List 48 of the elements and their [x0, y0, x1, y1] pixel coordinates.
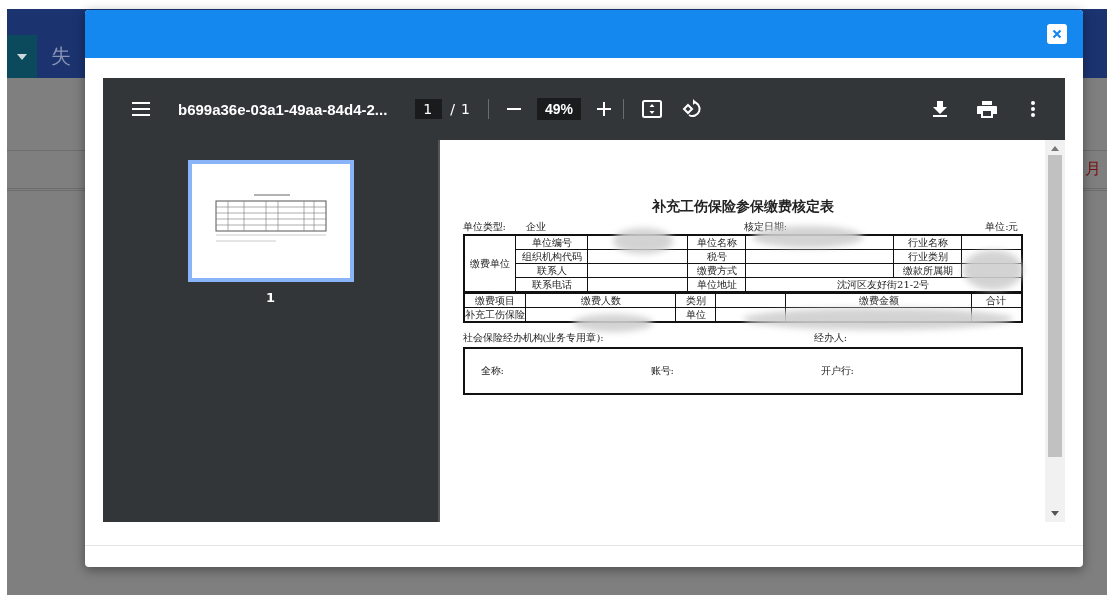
bank-label: 开户行:	[820, 364, 855, 378]
rotate-icon[interactable]	[681, 99, 702, 119]
table-cell: 行业类别	[893, 249, 962, 264]
scrollbar[interactable]	[1045, 140, 1065, 522]
page-total: 1	[460, 101, 470, 117]
scroll-up-icon[interactable]	[1051, 146, 1059, 151]
download-icon[interactable]	[933, 101, 947, 117]
meta-label: 核定日期:	[743, 221, 788, 232]
scroll-down-icon[interactable]	[1051, 511, 1059, 516]
file-name: b699a36e-03a1-49aa-84d4-2...	[178, 100, 388, 118]
table-cell: 税号	[687, 249, 746, 264]
table-cell: 缴费方式	[687, 263, 746, 278]
more-icon[interactable]	[1031, 101, 1035, 117]
page-number-field[interactable]: 1	[415, 99, 443, 119]
side-text: 月	[1085, 159, 1101, 180]
table-cell: 补充工伤保险	[463, 307, 526, 322]
caret-icon	[17, 53, 27, 60]
document-title: 补充工伤保险参保缴费核定表	[650, 198, 835, 216]
table-cell: 缴款所属期	[893, 263, 962, 278]
table-cell: 行业名称	[893, 235, 962, 250]
fit-page-icon[interactable]	[641, 100, 662, 118]
table-cell: 缴费金额	[785, 293, 972, 308]
meta-value: 企业	[525, 221, 546, 232]
print-icon[interactable]	[977, 100, 997, 118]
table-cell: 类别	[675, 293, 716, 308]
page-heading: 失	[51, 43, 71, 70]
zoom-in-icon[interactable]	[596, 102, 611, 116]
table-cell: 组织机构代码	[515, 249, 588, 264]
zoom-field[interactable]: 49%	[536, 98, 581, 120]
close-icon	[1052, 29, 1062, 39]
dropdown-button[interactable]	[7, 35, 37, 78]
table-cell: 合计	[971, 293, 1022, 308]
table-cell: 缴费项目	[463, 293, 526, 308]
table-cell: 单位编号	[515, 235, 588, 250]
handler-label: 经办人:	[813, 331, 848, 345]
bank-label: 全称:	[480, 364, 505, 378]
page-thumbnail[interactable]	[187, 160, 354, 282]
meta-label: 单位类型:	[462, 221, 506, 232]
agency-label: 社会保险经办机构(业务专用章):	[462, 331, 604, 345]
close-button[interactable]	[1047, 24, 1067, 44]
table-cell: 联系人	[515, 263, 588, 278]
meta-label: 单位:元	[985, 221, 1019, 232]
page-separator: /	[450, 101, 455, 117]
bank-label: 账号:	[650, 364, 675, 378]
menu-icon[interactable]	[132, 102, 150, 116]
table-cell: 缴费人数	[525, 293, 676, 308]
table-cell: 单位名称	[687, 235, 746, 250]
thumbnail-label: 1	[265, 290, 275, 305]
